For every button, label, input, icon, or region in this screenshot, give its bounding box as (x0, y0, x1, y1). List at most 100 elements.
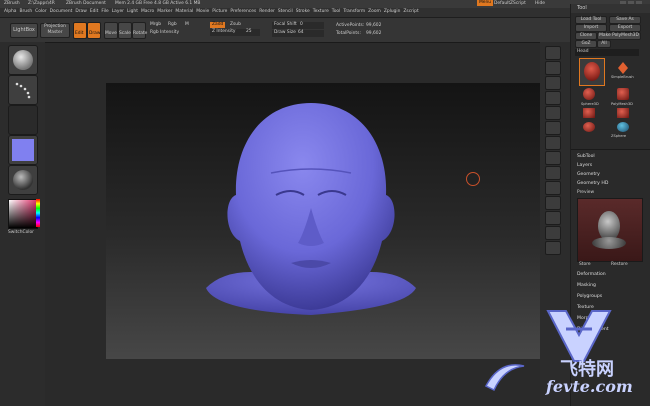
z-intensity-label: Z Intensity (212, 29, 236, 34)
menu-item[interactable]: Texture (313, 9, 329, 15)
menu-item[interactable]: Tool (332, 9, 341, 15)
goz-button[interactable]: GoZ (575, 40, 597, 48)
rgb-button[interactable]: Rgb (168, 22, 177, 28)
move-button[interactable]: Move (104, 22, 118, 39)
polymesh3d-icon[interactable] (617, 88, 629, 100)
rotate-view-icon[interactable] (545, 226, 561, 240)
menu-item[interactable]: Stroke (296, 9, 310, 15)
sphere3d-icon[interactable] (583, 88, 595, 100)
subtool-section[interactable]: SubTool (577, 154, 595, 159)
draw-button[interactable]: Draw (87, 22, 101, 39)
zadd-button[interactable]: Zadd (210, 22, 226, 28)
menu-item[interactable]: Color (35, 9, 46, 15)
deformation-section[interactable]: Deformation (577, 272, 606, 277)
color-picker[interactable] (8, 199, 38, 229)
left-shelf: SwitchColor (0, 42, 45, 406)
menu-item[interactable]: Layer (112, 9, 124, 15)
preview-section[interactable]: Preview (577, 190, 594, 196)
brush-slot[interactable] (8, 45, 38, 75)
material-slot[interactable] (8, 165, 38, 195)
hue-slider[interactable] (36, 199, 40, 227)
stroke-slot[interactable] (8, 75, 38, 105)
cube3d-icon[interactable] (617, 108, 629, 118)
layers-section[interactable]: Layers (577, 163, 592, 168)
menu-item[interactable]: File (101, 9, 108, 15)
menu-item[interactable]: Document (50, 9, 73, 15)
zsub-button[interactable]: Zsub (230, 22, 241, 28)
m-button[interactable]: M (185, 22, 189, 28)
polyf-icon[interactable] (545, 241, 561, 255)
move-view-icon[interactable] (545, 196, 561, 210)
clone-button[interactable]: Clone (575, 32, 597, 40)
file-path: Z:\Zapps\4R (28, 1, 55, 6)
menu-item[interactable]: Zplugin (384, 9, 401, 15)
menu-item[interactable]: Render (259, 9, 275, 15)
persp-icon[interactable] (545, 121, 561, 135)
zsphere-icon[interactable] (617, 122, 629, 132)
hide-button[interactable]: Hide (535, 1, 545, 7)
rgb-intensity-label[interactable]: Rgb Intensity (150, 30, 179, 36)
store-button[interactable]: Store (579, 262, 591, 268)
menu-item[interactable]: Zoom (368, 9, 381, 15)
load-tool-button[interactable]: Load Tool (575, 16, 607, 24)
rotate-button[interactable]: Rotate (132, 22, 147, 39)
mrgb-button[interactable]: Mrgb (150, 22, 161, 28)
document-canvas[interactable] (106, 83, 564, 359)
menu-item[interactable]: Material (175, 9, 193, 15)
menu-item[interactable]: Alpha (4, 9, 16, 15)
current-tool-field[interactable]: Head (575, 49, 639, 56)
zoom-icon[interactable] (545, 76, 561, 90)
polygroups-section[interactable]: Polygroups (577, 294, 602, 299)
make-polymesh-button[interactable]: Make PolyMesh3D (597, 32, 641, 40)
z-intensity-slider[interactable]: Z Intensity 25 (210, 29, 260, 36)
frame-icon[interactable] (545, 181, 561, 195)
menu-item[interactable]: Zscript (403, 9, 418, 15)
menu-item[interactable]: Preferences (230, 9, 256, 15)
scroll-icon[interactable] (545, 61, 561, 75)
menu-item[interactable]: Transform (343, 9, 365, 15)
menu-item[interactable]: Edit (90, 9, 99, 15)
tool-thumb-simplebrush[interactable] (615, 60, 631, 74)
edit-button[interactable]: Edit (73, 22, 87, 39)
menu-item[interactable]: Stencil (278, 9, 293, 15)
scale-view-icon[interactable] (545, 211, 561, 225)
floor-icon[interactable] (545, 136, 561, 150)
export-button[interactable]: Export (609, 24, 641, 32)
geometry-section[interactable]: Geometry (577, 172, 600, 177)
all-button[interactable]: All (597, 40, 611, 48)
sphere-icon[interactable] (583, 122, 595, 132)
lightbox-button[interactable]: LightBox (10, 23, 38, 38)
texture-slot[interactable] (8, 135, 38, 165)
menu-item[interactable]: Light (127, 9, 138, 15)
alpha-slot[interactable] (8, 105, 38, 135)
local-icon[interactable] (545, 151, 561, 165)
menu-item[interactable]: Movie (196, 9, 209, 15)
projection-master-button[interactable]: Projection Master (40, 23, 70, 38)
lightbox-orbit-icon[interactable] (466, 172, 480, 186)
draw-size-slider[interactable]: Draw Size 64 (272, 30, 324, 37)
geometry-hd-section[interactable]: Geometry HD (577, 181, 608, 186)
save-as-button[interactable]: Save As (609, 16, 641, 24)
import-button[interactable]: Import (575, 24, 607, 32)
masking-section[interactable]: Masking (577, 283, 596, 288)
draw-size-label: Draw Size (274, 30, 296, 35)
default-script[interactable]: DefaultZScript (494, 1, 526, 7)
bpr-icon[interactable] (545, 46, 561, 60)
preview-window[interactable] (577, 198, 643, 262)
focal-shift-slider[interactable]: Focal Shift 0 (272, 22, 324, 29)
tool-palette-header[interactable]: Tool (571, 4, 650, 13)
menu-item[interactable]: Draw (75, 9, 86, 15)
actual-icon[interactable] (545, 91, 561, 105)
cylinder3d-icon[interactable] (583, 108, 595, 118)
menu-item[interactable]: Picture (212, 9, 227, 15)
menus-button[interactable]: Menu (477, 0, 494, 6)
menu-item[interactable]: Marker (157, 9, 172, 15)
xyz-icon[interactable] (545, 166, 561, 180)
aahalf-icon[interactable] (545, 106, 561, 120)
restore-button[interactable]: Restore (611, 262, 628, 268)
menu-item[interactable]: Macro (141, 9, 154, 15)
menu-item[interactable]: Brush (19, 9, 32, 15)
scale-button[interactable]: Scale (118, 22, 132, 39)
color-switch-label[interactable]: SwitchColor (8, 230, 34, 236)
tool-thumb-head[interactable] (579, 58, 605, 86)
